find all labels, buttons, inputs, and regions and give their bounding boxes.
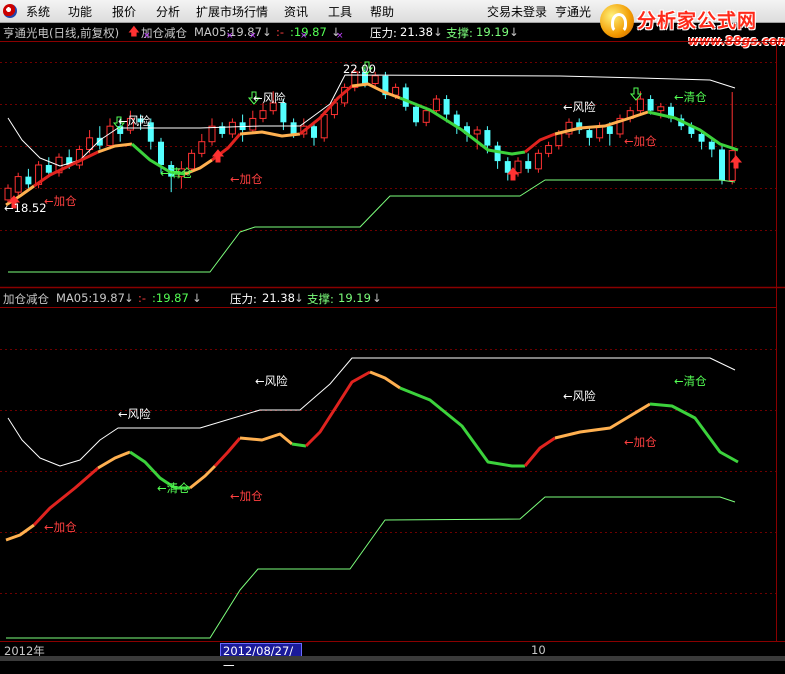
candle-body-up	[371, 75, 379, 85]
candle-body-down	[484, 130, 491, 146]
sub-add-position-label: ←加仓	[624, 435, 657, 449]
candle-body-down	[413, 106, 419, 123]
add-position-label: ←加仓	[44, 194, 77, 208]
sub-ma-line-orange	[369, 370, 401, 390]
candle-body-up	[432, 98, 440, 112]
candle-body-up	[259, 110, 267, 119]
sub-ma-line-orange	[239, 432, 293, 446]
ma-line-orange	[97, 142, 133, 154]
candle-body-down	[402, 87, 409, 107]
ma-line-green	[399, 96, 526, 156]
sub-indicator-lines	[5, 357, 739, 639]
candle-body-up	[636, 98, 644, 112]
bottom-tab-strip[interactable]	[0, 656, 785, 661]
candle-body-up	[473, 129, 481, 135]
candle-body-down	[606, 126, 613, 134]
sub-ma-line-red	[304, 370, 371, 448]
clear-position-label: ←清仓	[160, 166, 193, 180]
candle-body-down	[708, 141, 715, 150]
sub-ma-line-green	[291, 442, 307, 448]
candle-body-up	[14, 176, 22, 193]
candle-body-up	[249, 117, 257, 131]
candle-body-down	[158, 141, 164, 165]
signal-mark: ×	[249, 31, 257, 41]
sub-add-position-label: ←加仓	[44, 520, 77, 534]
candle-body-down	[698, 133, 705, 142]
risk-label: ←风险	[563, 100, 596, 114]
signal-mark: ×	[226, 31, 234, 41]
sub-ma-line-green	[649, 402, 739, 464]
candle-body-up	[545, 145, 553, 154]
candle-body-up	[555, 133, 563, 147]
sub-ma-line-orange	[554, 402, 651, 440]
candle-body-up	[198, 141, 206, 154]
sell-arrow-icon	[629, 87, 643, 101]
low-price-label: ←18.52	[4, 201, 47, 215]
candle-body-up	[657, 106, 665, 112]
sub-ma-line-red	[213, 437, 242, 468]
sub-ma-line-orange	[189, 464, 217, 490]
candle-body-up	[320, 114, 328, 139]
candle-body-down	[443, 99, 450, 115]
signal-mark: ×	[143, 31, 151, 41]
candle-body-down	[586, 130, 593, 138]
sub-clear-position-label: ←清仓	[674, 374, 707, 388]
sub-risk-label: ←风险	[118, 407, 151, 421]
candle-body-up	[4, 187, 12, 201]
sub-ma-line-green	[399, 386, 525, 468]
risk-label: ←风险	[118, 114, 151, 128]
clear-position-label: ←清仓	[674, 90, 707, 104]
candle-body-up	[228, 121, 236, 135]
candle-body-down	[719, 149, 725, 181]
candle-body-down	[290, 122, 297, 134]
chart-canvas[interactable]: × × × × ×	[0, 0, 785, 661]
sub-ma-line-red	[32, 466, 99, 527]
sub-clear-position-label: ←清仓	[157, 481, 190, 495]
candle-body-down	[45, 164, 52, 173]
axis-month-label: 10	[531, 643, 546, 657]
candle-body-up	[422, 110, 430, 123]
high-price-label: 22.00	[343, 62, 376, 76]
candle-body-down	[311, 126, 317, 138]
candle-body-down	[25, 176, 32, 185]
add-position-label: ←加仓	[624, 134, 657, 148]
risk-label: ←风险	[253, 91, 286, 105]
support-line	[8, 179, 736, 273]
signal-mark: ×	[336, 31, 344, 41]
candle-body-up	[208, 125, 216, 143]
ma-line-red	[33, 150, 99, 188]
candle-body-down	[647, 99, 654, 111]
add-position-label: ←加仓	[230, 172, 263, 186]
sub-add-position-label: ←加仓	[230, 489, 263, 503]
sub-ma-line-orange	[97, 450, 131, 470]
signal-mark: ×	[300, 31, 308, 41]
sub-risk-label: ←风险	[563, 389, 596, 403]
candle-body-up	[534, 152, 542, 170]
sub-risk-label: ←风险	[255, 374, 288, 388]
sub-support-line	[6, 496, 736, 639]
sub-ma-line-red	[523, 436, 556, 467]
candle-body-up	[106, 125, 114, 147]
candle-body-down	[525, 161, 532, 169]
